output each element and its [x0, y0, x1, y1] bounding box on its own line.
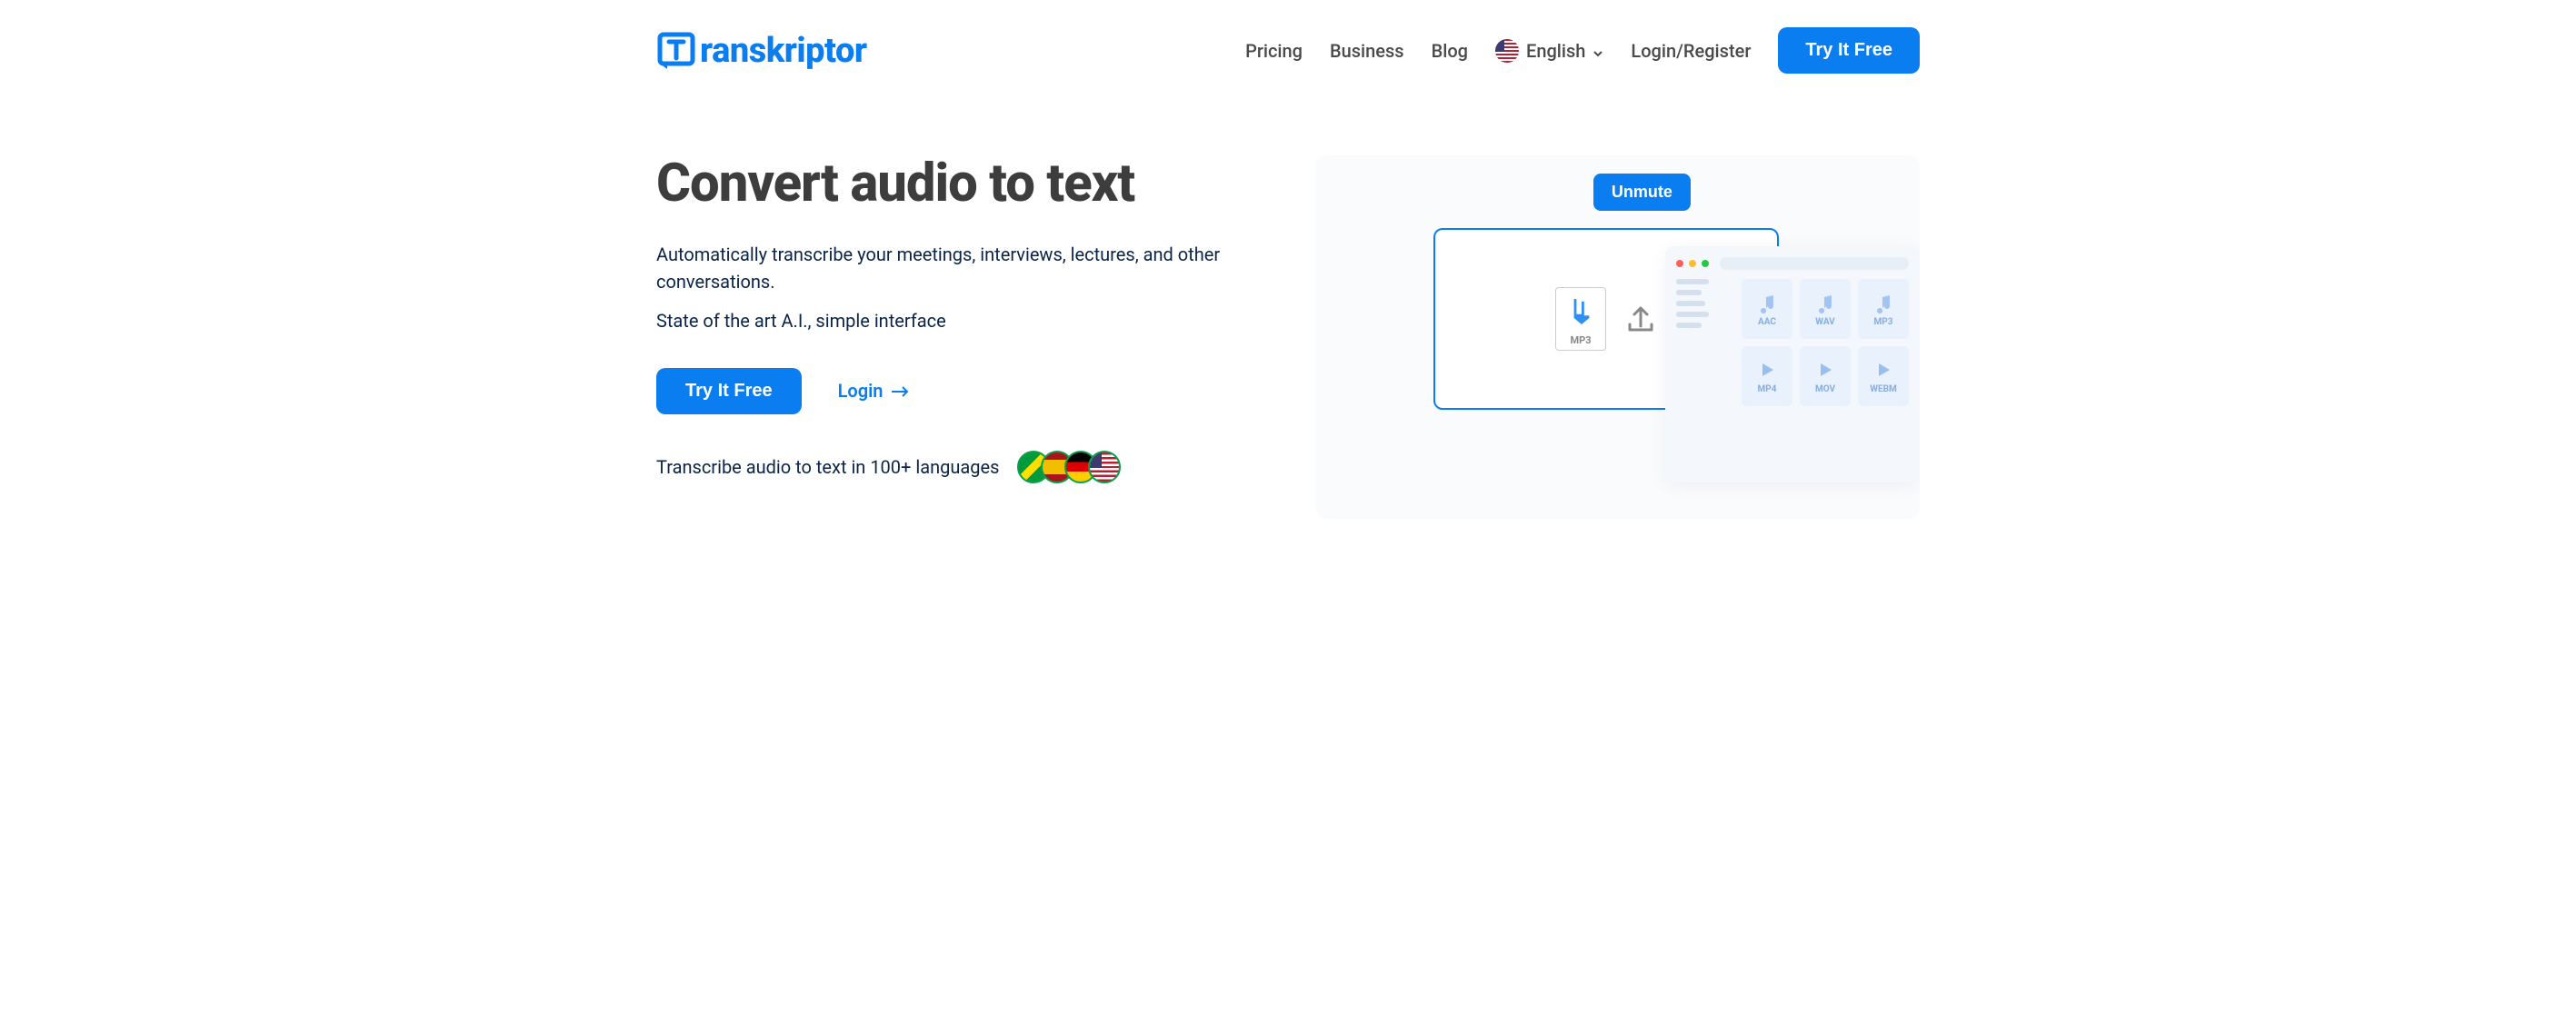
arrow-right-icon [892, 380, 910, 402]
format-tile-webm: WEBM [1858, 346, 1909, 406]
nav-login-register[interactable]: Login/Register [1631, 40, 1751, 62]
hero-languages: Transcribe audio to text in 100+ languag… [656, 451, 1261, 483]
hero-languages-text: Transcribe audio to text in 100+ languag… [656, 456, 999, 478]
nav-pricing[interactable]: Pricing [1245, 40, 1303, 62]
hero-login-link[interactable]: Login [838, 380, 911, 402]
music-note-icon [1872, 292, 1894, 313]
hero-media: Unmute MP3 [1315, 155, 1920, 519]
hero-subtitle-1: Automatically transcribe your meetings, … [656, 241, 1261, 295]
brand-logo[interactable]: ranskriptor [656, 31, 867, 71]
format-tile-aac: AAC [1742, 279, 1792, 339]
site-header: ranskriptor Pricing Business Blog Englis… [574, 0, 2002, 101]
main-nav: Pricing Business Blog English Login/Regi… [1245, 27, 1920, 74]
brand-name: ranskriptor [700, 31, 867, 71]
format-label: WAV [1815, 317, 1834, 327]
upload-icon [1624, 303, 1657, 335]
hero-subtitle-2: State of the art A.I., simple interface [656, 310, 1261, 332]
format-label: MP3 [1874, 317, 1893, 327]
play-icon [1756, 359, 1778, 381]
language-label: English [1526, 40, 1585, 62]
browser-sidebar [1676, 279, 1712, 333]
window-min-dot [1689, 260, 1696, 267]
language-selector[interactable]: English [1495, 39, 1603, 63]
chevron-down-icon [1593, 45, 1603, 56]
flag-us-icon [1495, 39, 1519, 63]
music-note-icon [1756, 292, 1778, 313]
window-max-dot [1702, 260, 1709, 267]
hero-actions: Try It Free Login [656, 368, 1261, 414]
format-label: MOV [1815, 384, 1835, 394]
logo-icon [656, 31, 696, 71]
window-close-dot [1676, 260, 1683, 267]
browser-titlebar [1676, 257, 1909, 270]
nav-business[interactable]: Business [1330, 40, 1404, 62]
play-icon [1814, 359, 1836, 381]
format-grid: AAC WAV MP3 MP4 MOV WEBM [1742, 279, 1909, 406]
hero-login-label: Login [838, 380, 884, 402]
unmute-button[interactable]: Unmute [1593, 174, 1691, 211]
hero-section: Convert audio to text Automatically tran… [574, 101, 2002, 555]
nav-cta-button[interactable]: Try It Free [1778, 27, 1920, 74]
hero-title: Convert audio to text [656, 155, 1261, 214]
nav-blog[interactable]: Blog [1432, 40, 1468, 62]
format-label: MP4 [1758, 384, 1777, 394]
format-label: WEBM [1870, 384, 1897, 394]
file-mp3-icon: MP3 [1555, 287, 1606, 351]
format-tile-wav: WAV [1800, 279, 1851, 339]
flag-stack [1017, 451, 1121, 483]
flag-usa-icon [1088, 451, 1121, 483]
hero-copy: Convert audio to text Automatically tran… [656, 155, 1261, 519]
file-mp3-label: MP3 [1570, 334, 1591, 346]
hero-cta-button[interactable]: Try It Free [656, 368, 802, 414]
browser-search-bar [1720, 257, 1909, 270]
format-label: AAC [1758, 317, 1776, 327]
format-tile-mp4: MP4 [1742, 346, 1792, 406]
file-browser-panel: AAC WAV MP3 MP4 MOV WEBM [1665, 246, 1920, 482]
format-tile-mov: MOV [1800, 346, 1851, 406]
format-tile-mp3: MP3 [1858, 279, 1909, 339]
music-note-icon [1814, 292, 1836, 313]
play-icon [1872, 359, 1894, 381]
